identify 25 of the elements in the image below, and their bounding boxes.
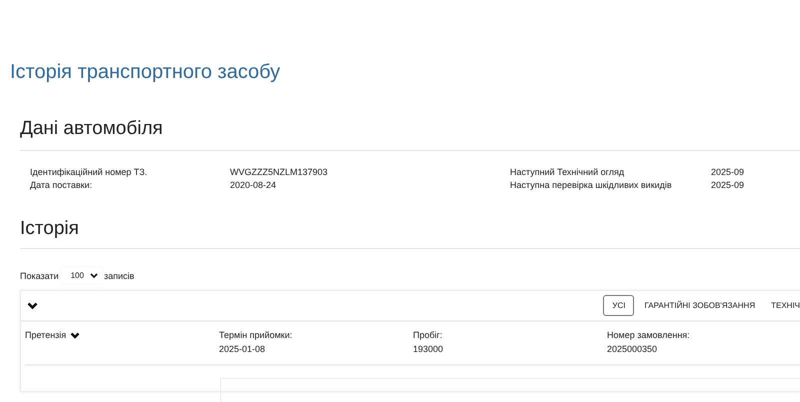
section-heading: Дані автомобіля <box>20 116 800 151</box>
field-value: 2020-08-24 <box>230 180 278 190</box>
records-label: записів <box>104 270 134 280</box>
field-label: Термін прийомки: <box>219 330 294 340</box>
field-label: Наступний Технічний огляд <box>510 167 626 177</box>
chevron-down-icon[interactable] <box>27 302 38 310</box>
field-label: Ідентифікаційний номер ТЗ. <box>30 167 148 177</box>
field-value: 2025000350 <box>607 344 658 354</box>
field-value: 193000 <box>413 344 444 354</box>
chevron-down-icon[interactable] <box>70 332 80 338</box>
field-label: Дата поставки: <box>30 180 94 190</box>
record-type: Претензія <box>25 330 66 340</box>
field-label: Пробіг: <box>413 330 444 340</box>
field-label: Номер замовлення: <box>607 330 691 340</box>
filter-tab[interactable]: УСІ <box>603 295 634 316</box>
field-value: 2025-09 <box>711 167 746 177</box>
field-value: WVGZZZ5NZLM137903 <box>230 167 329 177</box>
page-size-select[interactable]: 100 <box>60 267 102 284</box>
page-title: Історія транспортного засобу <box>10 60 282 85</box>
chevron-down-icon <box>90 272 98 278</box>
field-value: 2025-09 <box>711 180 746 190</box>
field-label: Наступна перевірка шкідливих викидів <box>510 180 673 190</box>
show-label: Показати <box>20 270 59 280</box>
section-heading: Історія <box>20 216 800 249</box>
field-value: 2025-01-08 <box>219 344 266 354</box>
